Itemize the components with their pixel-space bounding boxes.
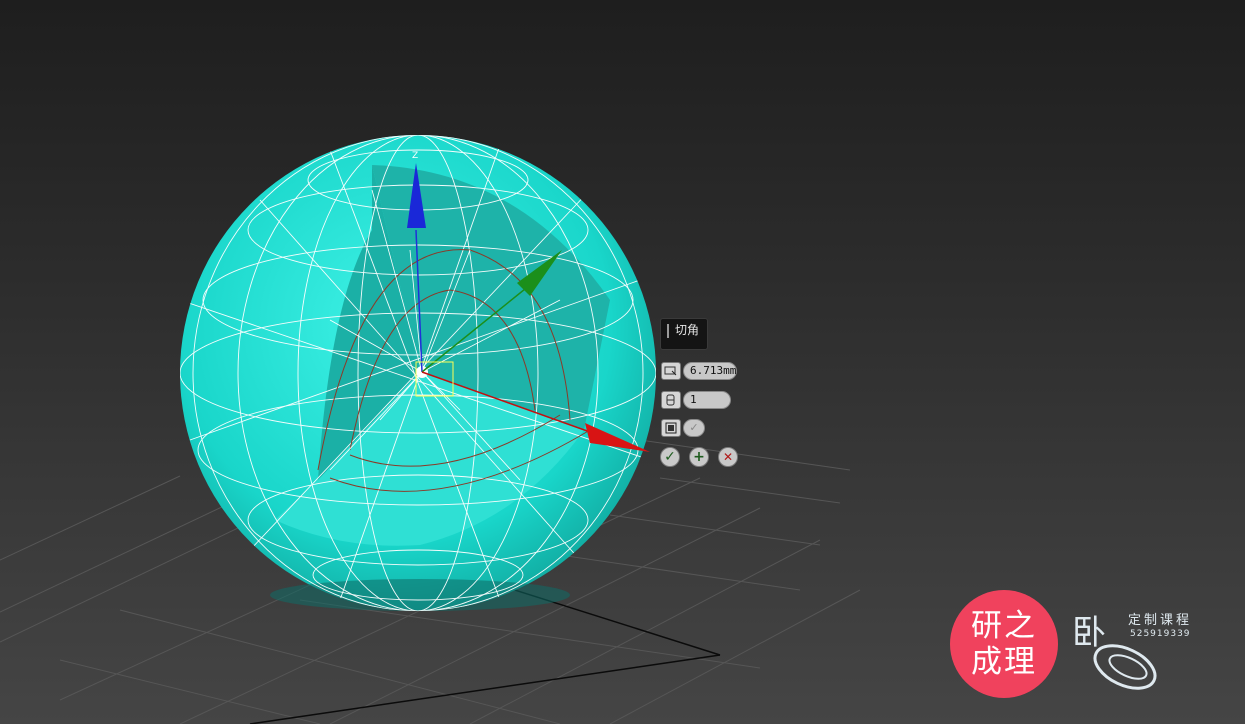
scene-canvas[interactable]: Z <box>0 0 1245 724</box>
watermark-number: 525919339 <box>1130 629 1191 639</box>
watermark-line2: 成理 <box>971 644 1037 680</box>
apply-icon[interactable]: + <box>689 447 709 467</box>
chamfer-amount-field[interactable]: 6.713mm <box>683 362 737 380</box>
caddy-title: 切角 <box>660 318 708 350</box>
watermark-line1: 研之 <box>971 608 1037 644</box>
caddy-smooth-row: ✓ <box>661 418 705 438</box>
watermark-badge: 研之 成理 <box>950 590 1058 698</box>
caddy-drag-handle[interactable] <box>667 324 669 338</box>
viewport-perspective[interactable]: Z 切角 6.713mm 1 ✓ ✓ + ✕ 研之 成理 卧 定制课程 5259… <box>0 0 1245 724</box>
z-axis-label: Z <box>412 151 418 161</box>
watermark-tagline: 定制课程 <box>1128 613 1193 628</box>
smooth-icon[interactable] <box>661 419 681 437</box>
grid-axis-line <box>249 654 721 724</box>
segments-field[interactable]: 1 <box>683 391 731 409</box>
watermark-logo-char: 卧 <box>1072 613 1106 653</box>
caddy-segments-row: 1 <box>661 390 731 410</box>
caddy-amount-row: 6.713mm <box>661 361 737 381</box>
segments-icon[interactable] <box>661 391 681 409</box>
chamfer-amount-icon[interactable] <box>661 362 681 380</box>
caddy-title-label: 切角 <box>675 323 700 337</box>
ok-icon[interactable]: ✓ <box>660 447 680 467</box>
cancel-icon[interactable]: ✕ <box>718 447 738 467</box>
smooth-toggle[interactable]: ✓ <box>683 419 705 437</box>
watermark-logo: 卧 定制课程 525919339 <box>1070 605 1210 700</box>
